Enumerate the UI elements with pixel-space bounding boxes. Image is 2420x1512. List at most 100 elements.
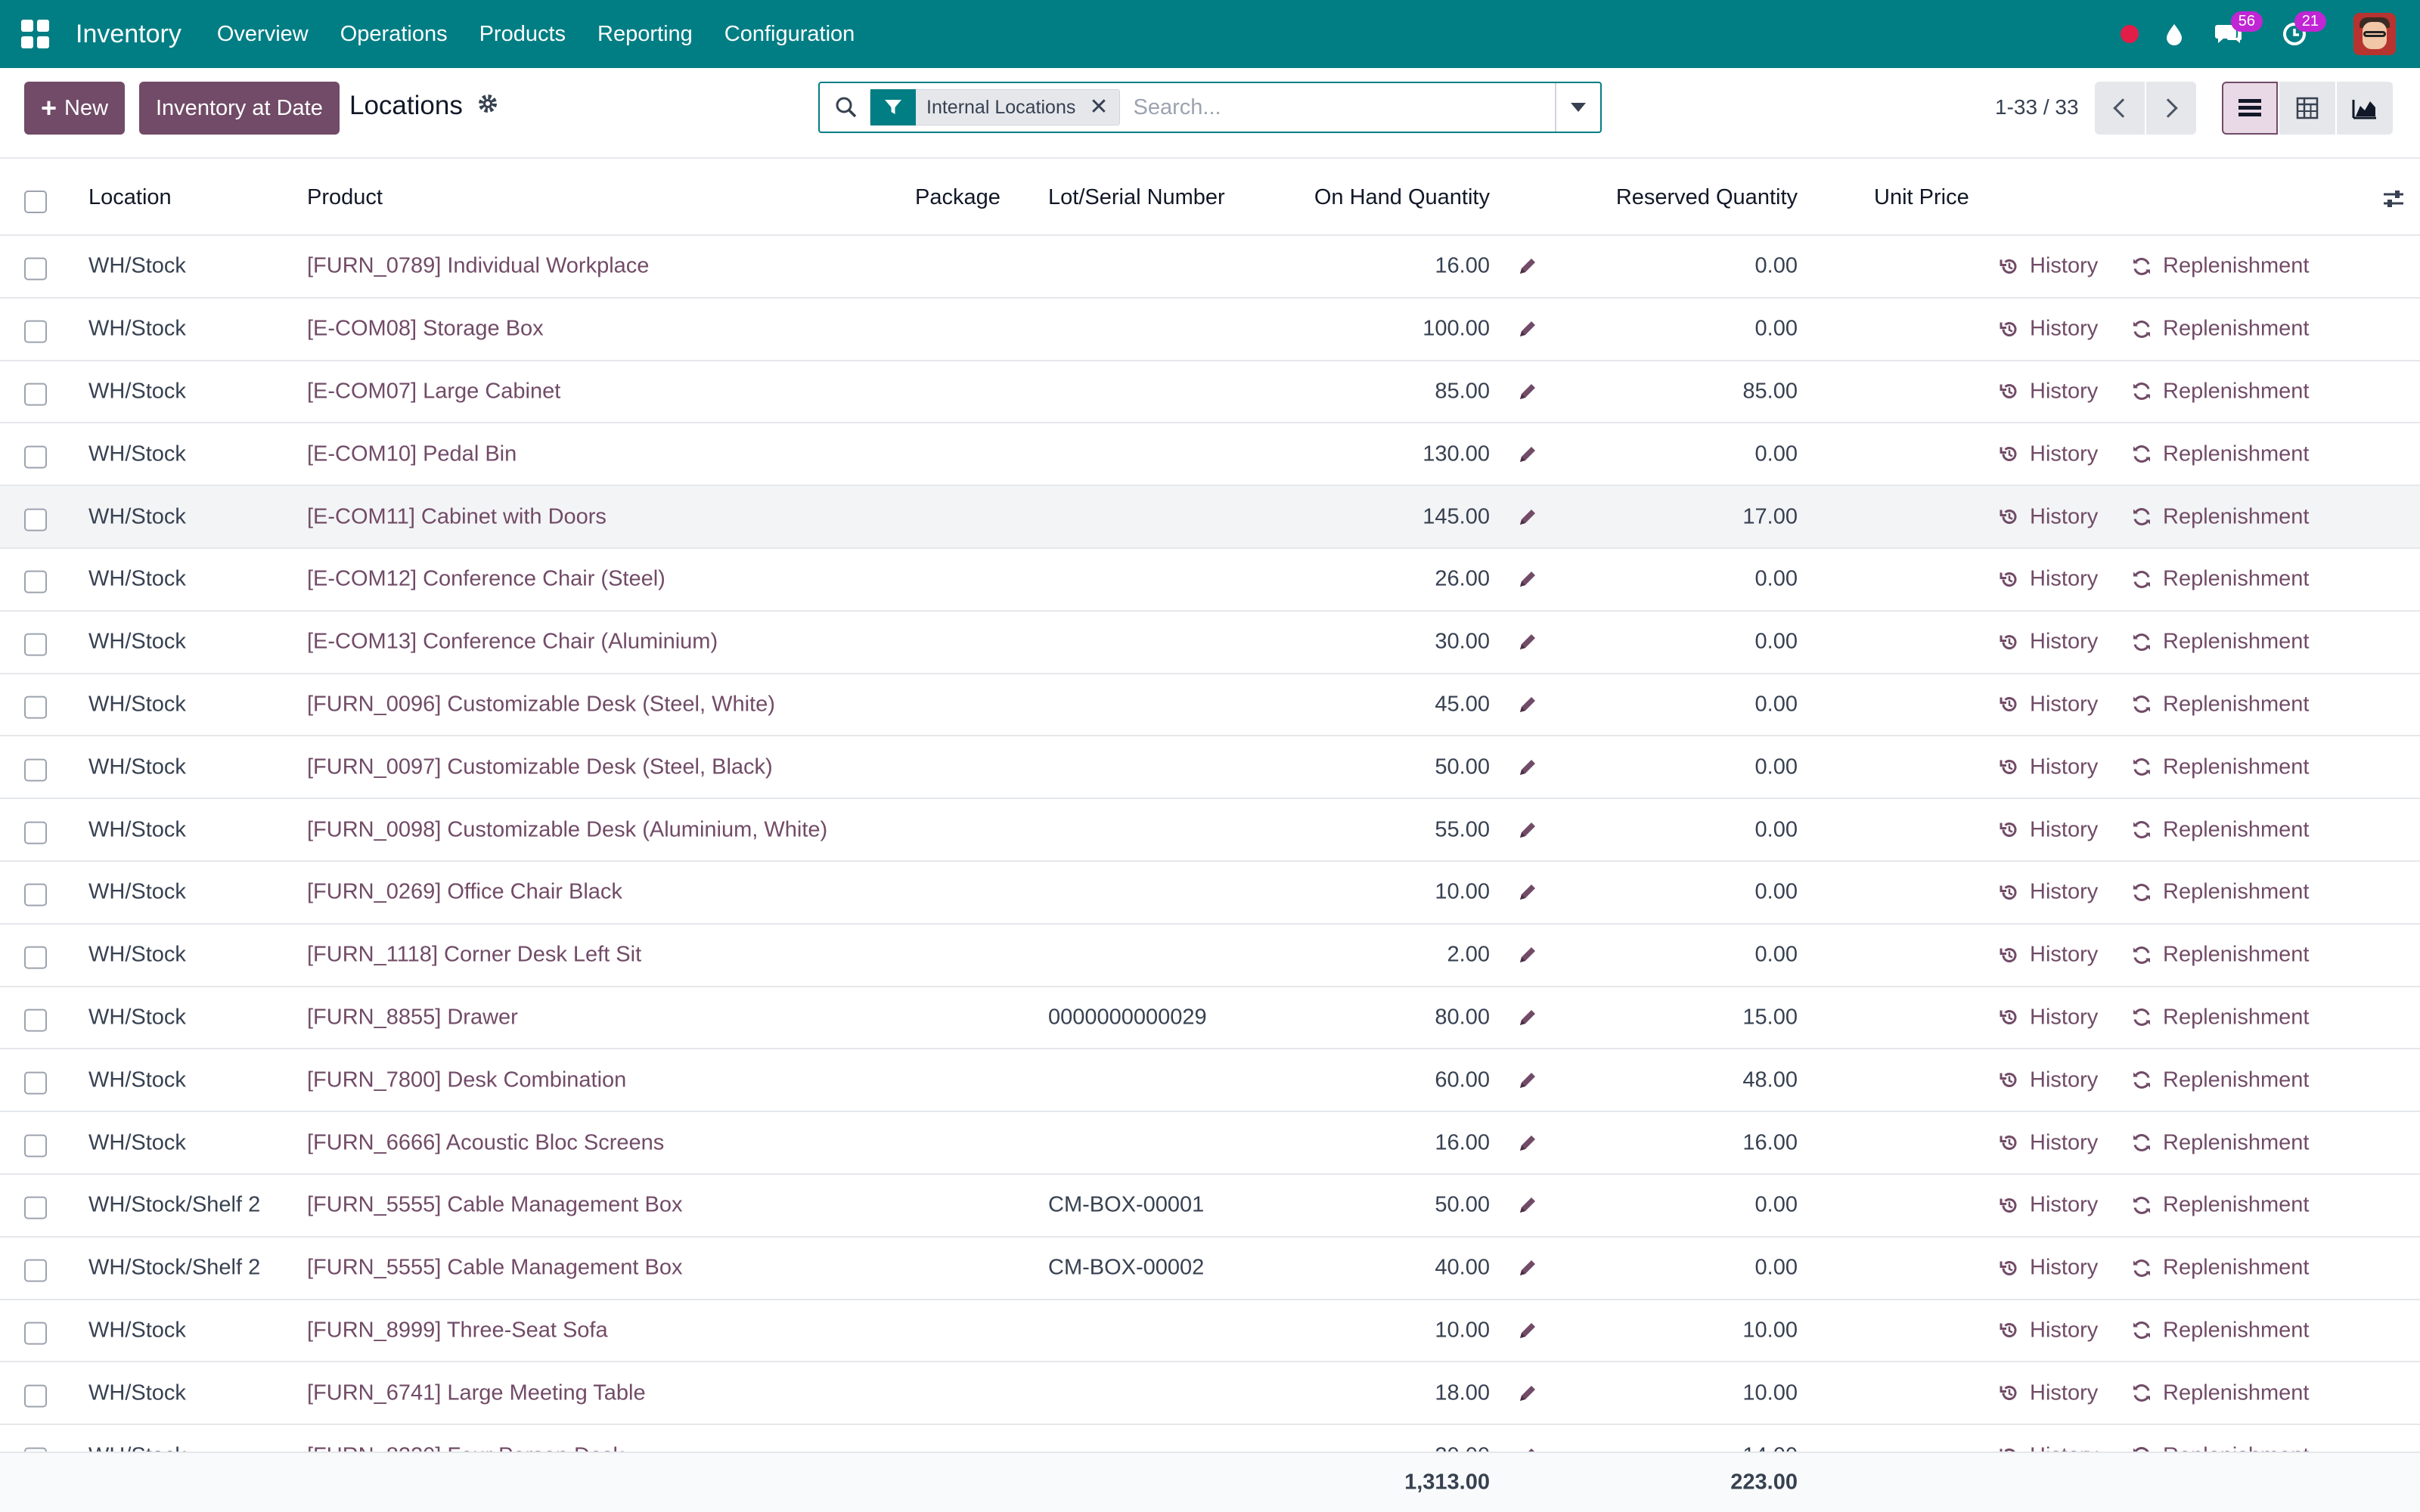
replenishment-button[interactable]: Replenishment: [2131, 1256, 2309, 1281]
replenishment-button[interactable]: Replenishment: [2131, 1380, 2309, 1405]
recording-dot-icon[interactable]: [2121, 25, 2139, 43]
pager-next-button[interactable]: [2146, 82, 2196, 135]
history-button[interactable]: History: [2000, 442, 2098, 466]
row-checkbox[interactable]: [24, 1196, 47, 1219]
table-row[interactable]: WH/Stock/Shelf 2 [FURN_5555] Cable Manage…: [0, 1175, 2420, 1238]
edit-quantity-pencil-icon[interactable]: [1517, 1320, 1538, 1341]
edit-quantity-pencil-icon[interactable]: [1517, 318, 1538, 339]
row-checkbox[interactable]: [24, 696, 47, 719]
row-checkbox[interactable]: [24, 257, 47, 280]
edit-quantity-pencil-icon[interactable]: [1517, 569, 1538, 590]
row-checkbox[interactable]: [24, 570, 47, 593]
table-row[interactable]: WH/Stock [FURN_8855] Drawer 0000000000029 8…: [0, 987, 2420, 1050]
edit-quantity-pencil-icon[interactable]: [1517, 694, 1538, 715]
replenishment-button[interactable]: Replenishment: [2131, 692, 2309, 717]
table-row[interactable]: WH/Stock [FURN_0097] Customizable Desk (S…: [0, 736, 2420, 800]
cell-product[interactable]: [FURN_6666] Acoustic Bloc Screens: [307, 1130, 664, 1155]
cell-product[interactable]: [FURN_5555] Cable Management Box: [307, 1193, 682, 1218]
replenishment-button[interactable]: Replenishment: [2131, 1067, 2309, 1092]
cell-product[interactable]: [FURN_0097] Customizable Desk (Steel, Bl…: [307, 754, 773, 779]
replenishment-button[interactable]: Replenishment: [2131, 1130, 2309, 1155]
history-button[interactable]: History: [2000, 1067, 2098, 1092]
cell-product[interactable]: [E-COM08] Storage Box: [307, 317, 544, 342]
user-avatar[interactable]: [2353, 13, 2396, 55]
inventory-at-date-button[interactable]: Inventory at Date: [139, 82, 340, 135]
cell-product[interactable]: [FURN_0789] Individual Workplace: [307, 254, 649, 279]
column-settings-icon[interactable]: [2382, 187, 2405, 210]
edit-quantity-pencil-icon[interactable]: [1517, 1383, 1538, 1404]
edit-quantity-pencil-icon[interactable]: [1517, 944, 1538, 965]
header-on-hand-quantity[interactable]: On Hand Quantity: [1314, 185, 1490, 210]
history-button[interactable]: History: [2000, 630, 2098, 655]
replenishment-button[interactable]: Replenishment: [2131, 943, 2309, 968]
edit-quantity-pencil-icon[interactable]: [1517, 1132, 1538, 1154]
replenishment-button[interactable]: Replenishment: [2131, 754, 2309, 779]
menu-products[interactable]: Products: [479, 22, 566, 47]
row-checkbox[interactable]: [24, 1134, 47, 1157]
edit-quantity-pencil-icon[interactable]: [1517, 631, 1538, 652]
search-input[interactable]: [1133, 94, 1527, 120]
header-unit-price[interactable]: Unit Price: [1874, 185, 1969, 210]
row-checkbox[interactable]: [24, 821, 47, 844]
menu-configuration[interactable]: Configuration: [724, 22, 855, 47]
history-button[interactable]: History: [2000, 1130, 2098, 1155]
edit-quantity-pencil-icon[interactable]: [1517, 381, 1538, 402]
row-checkbox[interactable]: [24, 1071, 47, 1095]
replenishment-button[interactable]: Replenishment: [2131, 254, 2309, 279]
table-row[interactable]: WH/Stock [FURN_0269] Office Chair Black 10…: [0, 862, 2420, 925]
row-checkbox[interactable]: [24, 508, 47, 531]
table-row[interactable]: WH/Stock [FURN_6666] Acoustic Bloc Screen…: [0, 1112, 2420, 1175]
edit-quantity-pencil-icon[interactable]: [1517, 1070, 1538, 1091]
header-lot-serial[interactable]: Lot/Serial Number: [1048, 185, 1225, 210]
row-checkbox[interactable]: [24, 320, 47, 343]
table-row[interactable]: WH/Stock [FURN_0096] Customizable Desk (S…: [0, 674, 2420, 737]
row-checkbox[interactable]: [24, 758, 47, 782]
menu-reporting[interactable]: Reporting: [597, 22, 693, 47]
cell-product[interactable]: [FURN_7800] Desk Combination: [307, 1067, 626, 1092]
history-button[interactable]: History: [2000, 504, 2098, 529]
header-location[interactable]: Location: [88, 185, 172, 210]
cell-product[interactable]: [E-COM07] Large Cabinet: [307, 379, 560, 404]
table-row[interactable]: WH/Stock [FURN_1118] Corner Desk Left Sit…: [0, 925, 2420, 987]
cell-product[interactable]: [FURN_0096] Customizable Desk (Steel, Wh…: [307, 692, 775, 717]
row-checkbox[interactable]: [24, 383, 47, 406]
history-button[interactable]: History: [2000, 1380, 2098, 1405]
cell-product[interactable]: [FURN_0269] Office Chair Black: [307, 880, 622, 905]
drop-icon[interactable]: [2164, 23, 2184, 45]
table-row[interactable]: WH/Stock/Shelf 2 [FURN_5555] Cable Manage…: [0, 1238, 2420, 1300]
history-button[interactable]: History: [2000, 379, 2098, 404]
header-product[interactable]: Product: [307, 185, 383, 210]
replenishment-button[interactable]: Replenishment: [2131, 442, 2309, 466]
history-button[interactable]: History: [2000, 692, 2098, 717]
replenishment-button[interactable]: Replenishment: [2131, 630, 2309, 655]
row-checkbox[interactable]: [24, 445, 47, 469]
row-checkbox[interactable]: [24, 1321, 47, 1345]
select-all-checkbox[interactable]: [24, 191, 47, 213]
gear-icon[interactable]: [476, 92, 499, 115]
edit-quantity-pencil-icon[interactable]: [1517, 1194, 1538, 1216]
replenishment-button[interactable]: Replenishment: [2131, 504, 2309, 529]
messages-icon[interactable]: 56: [2214, 11, 2263, 46]
pager-previous-button[interactable]: [2095, 82, 2145, 135]
edit-quantity-pencil-icon[interactable]: [1517, 256, 1538, 277]
list-view-button[interactable]: [2222, 82, 2278, 135]
row-checkbox[interactable]: [24, 633, 47, 656]
edit-quantity-pencil-icon[interactable]: [1517, 444, 1538, 465]
row-checkbox[interactable]: [24, 1009, 47, 1032]
search-options-toggle[interactable]: [1555, 83, 1600, 132]
cell-product[interactable]: [FURN_8999] Three-Seat Sofa: [307, 1318, 608, 1343]
menu-operations[interactable]: Operations: [340, 22, 448, 47]
row-checkbox[interactable]: [24, 883, 47, 906]
cell-product[interactable]: [E-COM11] Cabinet with Doors: [307, 504, 607, 529]
table-row[interactable]: WH/Stock [FURN_8999] Three-Seat Sofa 10.00…: [0, 1300, 2420, 1363]
replenishment-button[interactable]: Replenishment: [2131, 1318, 2309, 1343]
row-checkbox[interactable]: [24, 1259, 47, 1282]
header-package[interactable]: Package: [915, 185, 1001, 210]
history-button[interactable]: History: [2000, 943, 2098, 968]
table-row[interactable]: WH/Stock [E-COM11] Cabinet with Doors 145.…: [0, 486, 2420, 549]
replenishment-button[interactable]: Replenishment: [2131, 567, 2309, 592]
replenishment-button[interactable]: Replenishment: [2131, 1193, 2309, 1218]
facet-remove-icon[interactable]: ✕: [1089, 90, 1119, 125]
table-row[interactable]: WH/Stock [E-COM12] Conference Chair (Stee…: [0, 549, 2420, 612]
table-row[interactable]: WH/Stock [FURN_7800] Desk Combination 60.0…: [0, 1049, 2420, 1113]
